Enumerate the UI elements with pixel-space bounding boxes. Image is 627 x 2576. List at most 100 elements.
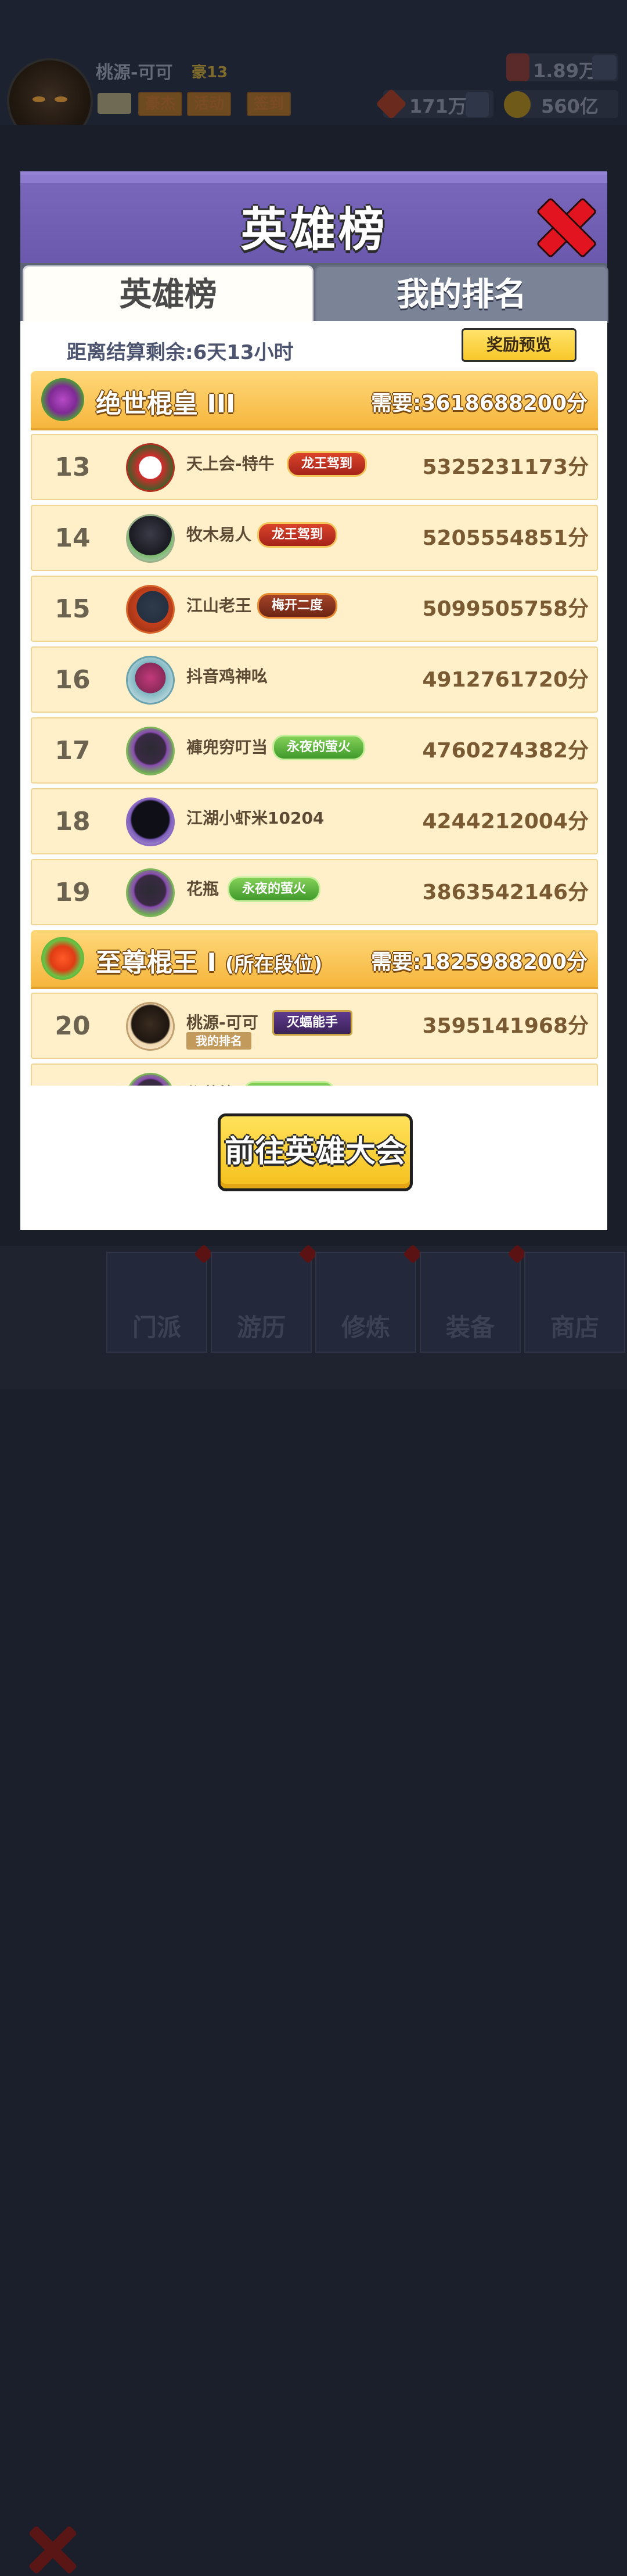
my-rank-tag: 我的排名: [186, 1032, 251, 1050]
player-name: 江山老王: [186, 596, 252, 615]
reward-preview-button[interactable]: 奖励预览: [462, 328, 576, 362]
player-avatar-icon[interactable]: [126, 514, 175, 563]
player-score: 4760274382分: [422, 739, 589, 763]
player-name: 倪草笙: [186, 1081, 235, 1086]
nav-shop[interactable]: 商店: [524, 1252, 625, 1353]
gem-icon: [506, 53, 529, 81]
player-score: 4912761720分: [422, 668, 589, 692]
player-avatar-icon[interactable]: [126, 797, 175, 846]
ranking-row[interactable]: 21 倪草笙 永夜的萤火 3590292431分: [31, 1064, 598, 1086]
rank-number: 21: [49, 1082, 96, 1086]
nav-travel-label: 游历: [236, 1313, 286, 1342]
rank-number: 14: [55, 523, 91, 553]
add-gem-icon[interactable]: [592, 55, 617, 80]
nav-equip-label: 装备: [445, 1313, 495, 1342]
player-score: 5205554851分: [422, 526, 589, 550]
rank-number: 17: [55, 736, 91, 766]
title-badge: 永夜的萤火: [228, 876, 321, 902]
nav-sect-label: 门派: [132, 1313, 181, 1342]
player-name: 褲兜穷叮当: [186, 738, 268, 757]
tier-name: 绝世棍皇 III: [96, 383, 235, 420]
ranking-row[interactable]: 19 花瓶 永夜的萤火 3863542146分: [31, 859, 598, 925]
player-avatar-icon[interactable]: [126, 1002, 175, 1051]
hero-ranking-modal: 英雄榜 英雄榜 我的排名 距离结算剩余:6天13小时 奖励预览 绝世棍皇 III…: [20, 171, 608, 1230]
modal-title: 英雄榜: [240, 203, 387, 257]
ranking-row[interactable]: 20 桃源-可可 灭蝠能手 我的排名 3595141968分: [31, 993, 598, 1059]
alert-icon[interactable]: [466, 92, 489, 117]
nav-travel[interactable]: 游历: [211, 1244, 318, 1353]
settlement-countdown: 距离结算剩余:6天13小时: [67, 341, 294, 364]
player-name: 花瓶: [186, 879, 219, 899]
player-name: 桃源-可可: [96, 63, 173, 83]
player-name: 牧木易人: [186, 525, 252, 544]
player-avatar-icon[interactable]: [126, 868, 175, 917]
tier-title: 绝世棍皇: [96, 389, 198, 419]
nav-shop-label: 商店: [550, 1313, 599, 1342]
rank-number: 20: [55, 1011, 91, 1041]
chip-checkin[interactable]: 签到: [247, 92, 291, 116]
nav-train-label: 修炼: [341, 1313, 390, 1342]
title-badge: 梅开二度: [257, 593, 338, 619]
tier-title: 至尊棍王: [96, 948, 198, 978]
ranking-row[interactable]: 14 牧木易人 龙王驾到 5205554851分: [31, 505, 598, 571]
title-badge: 灭蝠能手: [272, 1010, 353, 1036]
player-avatar-icon[interactable]: [126, 656, 175, 705]
rank-number: 16: [55, 665, 91, 695]
player-avatar-icon[interactable]: [126, 585, 175, 634]
nav-sect[interactable]: 门派: [106, 1244, 214, 1353]
player-score: 4244212004分: [422, 810, 589, 833]
coin-value: 560亿: [541, 95, 599, 117]
tier-level: I: [207, 948, 217, 978]
ranking-content: 距离结算剩余:6天13小时 奖励预览 绝世棍皇 III 需要:361868820…: [20, 321, 607, 1230]
mail-icon[interactable]: [98, 93, 131, 114]
chip-hero[interactable]: 豪杰: [138, 92, 183, 116]
green-flame-emblem-icon: [41, 937, 84, 980]
nav-equip[interactable]: 装备: [420, 1244, 527, 1353]
tab-bar: 英雄榜 我的排名: [20, 263, 608, 323]
player-name: 江湖小虾米10204: [186, 809, 325, 828]
player-name: 桃源-可可: [186, 1013, 258, 1032]
player-avatar-icon[interactable]: [126, 443, 175, 492]
rank-number: 18: [55, 807, 91, 836]
tier-requirement: 需要:3618688200分: [371, 391, 588, 415]
tier-requirement: 需要:1825988200分: [371, 950, 588, 974]
player-name: 抖音鸡神吆: [186, 667, 268, 686]
vip-level: 豪13: [192, 64, 228, 81]
player-score: 5325231173分: [422, 455, 589, 479]
player-name: 天上会-特牛: [186, 454, 275, 473]
chip-activity[interactable]: 活动: [187, 92, 232, 116]
player-avatar-icon[interactable]: [126, 727, 175, 775]
coin-icon: [504, 91, 531, 118]
player-score: 3590292431分: [423, 1080, 589, 1086]
title-badge: 龙王驾到: [287, 451, 367, 477]
avatar-eye: [55, 96, 67, 102]
ranking-list[interactable]: 绝世棍皇 III 需要:3618688200分 13 天上会-特牛 龙王驾到 5325…: [31, 371, 598, 1086]
tier-header: 绝世棍皇 III 需要:3618688200分: [31, 371, 598, 430]
tab-my-ranking[interactable]: 我的排名: [315, 265, 608, 323]
tier-note: (所在段位): [225, 953, 323, 976]
tab-hero-ranking[interactable]: 英雄榜: [23, 265, 314, 323]
player-score: 5099505758分: [422, 597, 589, 621]
tier-header: 至尊棍王 I (所在段位) 需要:1825988200分: [31, 930, 598, 989]
purple-gem-emblem-icon: [41, 378, 84, 421]
rank-number: 13: [55, 452, 91, 482]
modal-header: 英雄榜: [20, 171, 607, 267]
player-avatar-icon[interactable]: [126, 1073, 175, 1086]
ranking-row[interactable]: 13 天上会-特牛 龙王驾到 5325231173分: [31, 434, 598, 500]
title-badge: 永夜的萤火: [272, 735, 366, 760]
bottom-close-icon[interactable]: [26, 2524, 78, 2576]
top-bar: 桃源-可可 豪13 豪杰 活动 签到 1.89万 171万 560亿: [0, 0, 627, 144]
ranking-row[interactable]: 17 褲兜穷叮当 永夜的萤火 4760274382分: [31, 717, 598, 784]
rank-number: 15: [55, 594, 91, 624]
ranking-row[interactable]: 18 江湖小虾米10204 4244212004分: [31, 788, 598, 854]
tier-level: III: [207, 389, 236, 419]
nav-train[interactable]: 修炼: [315, 1244, 423, 1353]
goto-hero-conference-button[interactable]: 前往英雄大会: [218, 1113, 413, 1191]
ranking-row[interactable]: 16 抖音鸡神吆 4912761720分: [31, 646, 598, 713]
tier-name: 至尊棍王 I (所在段位): [96, 942, 322, 979]
gem-value: 1.89万: [533, 60, 597, 82]
avatar-eye: [33, 96, 45, 102]
close-icon[interactable]: [537, 198, 593, 254]
title-badge: 永夜的萤火: [243, 1081, 336, 1086]
ranking-row[interactable]: 15 江山老王 梅开二度 5099505758分: [31, 576, 598, 642]
